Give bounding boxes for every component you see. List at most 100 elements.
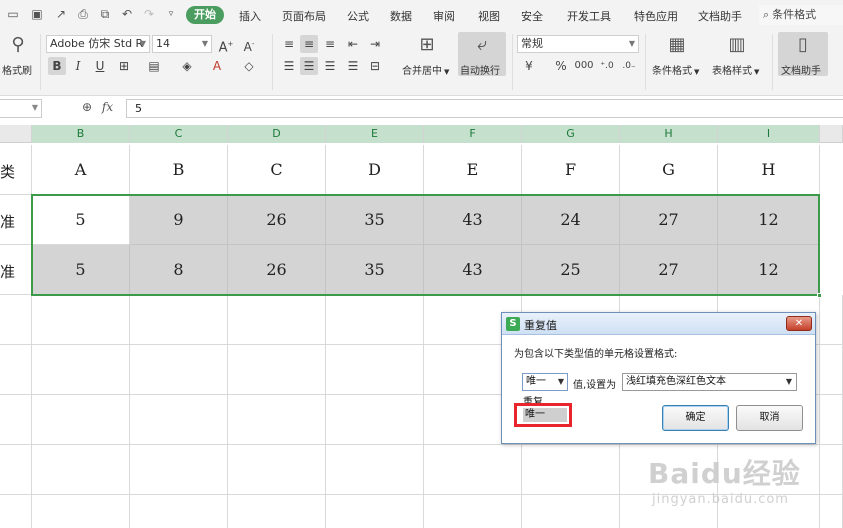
empty-cell[interactable] [424,495,522,528]
merge-center-icon[interactable]: ⊞ [414,34,440,56]
data-cell[interactable]: 26 [228,245,326,295]
font-name-select[interactable]: Adobe 仿宋 Std R ▼ [46,35,150,53]
tab-review[interactable]: 审阅 [433,8,455,24]
column-header[interactable]: F [424,125,522,143]
tab-view[interactable]: 视图 [478,8,500,24]
empty-cell[interactable] [424,445,522,495]
save-icon[interactable]: ▣ [30,7,44,21]
zoom-icon[interactable]: ⊕ [82,100,92,114]
currency-icon[interactable]: ¥ [520,57,538,75]
row-header-cell[interactable] [0,395,32,445]
empty-cell[interactable] [32,345,130,395]
name-box[interactable]: ▼ [0,99,42,118]
align-center-icon[interactable]: ☰ [300,57,318,75]
data-cell[interactable]: 35 [326,195,424,245]
dialog-titlebar[interactable]: S 重复值 ✕ [502,313,815,335]
format-painter-icon[interactable]: ⚲ [8,34,28,56]
tab-formulas[interactable]: 公式 [347,8,369,24]
distributed-icon[interactable]: ⊟ [366,57,384,75]
align-bottom-icon[interactable]: ≡ [321,35,339,53]
wrap-text-button[interactable]: ⤶ 自动换行 [458,32,506,77]
data-cell[interactable]: 43 [424,195,522,245]
empty-cell[interactable] [820,495,843,528]
bold-icon[interactable]: B [48,57,66,75]
fx-icon[interactable]: fx [102,100,113,114]
empty-cell[interactable] [32,295,130,345]
option-duplicate[interactable]: 重复 [523,393,543,408]
conditional-format-button[interactable]: 条件格式 ▼ [652,62,699,77]
format-select[interactable]: 浅红填充色深红色文本 ▼ [622,373,797,391]
undo-icon[interactable]: ↶ [120,7,134,21]
data-cell[interactable]: 25 [522,245,620,295]
data-cell[interactable]: 5 [32,195,130,245]
doc-helper-button[interactable]: ▯ 文档助手 [778,32,828,77]
empty-cell[interactable] [130,295,228,345]
empty-cell[interactable] [326,395,424,445]
header-cell[interactable]: A [32,145,130,195]
table-style-button[interactable]: 表格样式 ▼ [712,62,759,77]
data-cell[interactable]: 27 [620,195,718,245]
empty-cell[interactable] [228,395,326,445]
font-shrink-icon[interactable]: A- [240,35,258,54]
font-color-icon[interactable]: A [208,57,226,75]
empty-cell[interactable] [32,495,130,528]
empty-cell[interactable] [820,445,843,495]
header-cell[interactable]: D [326,145,424,195]
tab-special-apps[interactable]: 特色应用 [634,8,678,24]
empty-cell[interactable] [32,395,130,445]
formula-input[interactable]: 5 [126,99,843,118]
column-header[interactable]: D [228,125,326,143]
empty-cell[interactable] [522,495,620,528]
data-cell[interactable]: 43 [424,245,522,295]
redo-icon[interactable]: ↷ [142,7,156,21]
tab-security[interactable]: 安全 [521,8,543,24]
shading-icon[interactable]: ▤ [145,57,163,75]
column-header[interactable]: H [620,125,718,143]
empty-cell[interactable] [620,445,718,495]
column-header[interactable] [820,125,843,143]
print-icon[interactable]: ⎙ [76,7,90,21]
align-middle-icon[interactable]: ≡ [300,35,318,53]
clear-format-icon[interactable]: ◇ [240,57,258,75]
corner-header[interactable] [0,125,32,143]
indent-decrease-icon[interactable]: ⇤ [344,35,362,53]
data-cell[interactable]: 12 [718,245,820,295]
share-icon[interactable]: ↗ [54,7,68,21]
data-cell[interactable]: 35 [326,245,424,295]
conditional-format-icon[interactable]: ▦ [666,34,688,56]
empty-cell[interactable] [130,345,228,395]
data-cell[interactable]: 27 [620,245,718,295]
empty-cell[interactable] [718,495,820,528]
empty-cell[interactable] [522,445,620,495]
header-cell[interactable]: E [424,145,522,195]
number-format-select[interactable]: 常规 ▼ [517,35,639,53]
empty-cell[interactable] [228,345,326,395]
font-grow-icon[interactable]: A+ [217,35,235,55]
empty-cell[interactable] [620,495,718,528]
column-header[interactable]: G [522,125,620,143]
fill-color-icon[interactable]: ◈ [178,57,196,75]
column-header[interactable]: C [130,125,228,143]
empty-cell[interactable] [820,345,843,395]
data-cell[interactable]: 8 [130,245,228,295]
empty-cell[interactable] [228,295,326,345]
empty-cell[interactable] [228,445,326,495]
header-cell[interactable]: F [522,145,620,195]
empty-cell[interactable] [130,395,228,445]
chevron-down-icon[interactable]: ▿ [164,7,178,21]
row-header-cell[interactable] [0,495,32,528]
row-header-cell[interactable] [0,295,32,345]
increase-decimal-icon[interactable]: ⁺.0 [598,57,616,75]
empty-cell[interactable] [820,395,843,445]
align-right-icon[interactable]: ☰ [321,57,339,75]
data-cell[interactable]: 9 [130,195,228,245]
close-button[interactable]: ✕ [786,316,812,331]
header-cell[interactable]: C [228,145,326,195]
align-left-icon[interactable]: ☰ [280,57,298,75]
tab-insert[interactable]: 插入 [239,8,261,24]
empty-cell[interactable] [326,445,424,495]
ok-button[interactable]: 确定 [662,405,729,431]
border-icon[interactable]: ⊞ [115,57,133,75]
empty-cell[interactable] [326,295,424,345]
tab-doc-helper[interactable]: 文档助手 [698,8,742,24]
